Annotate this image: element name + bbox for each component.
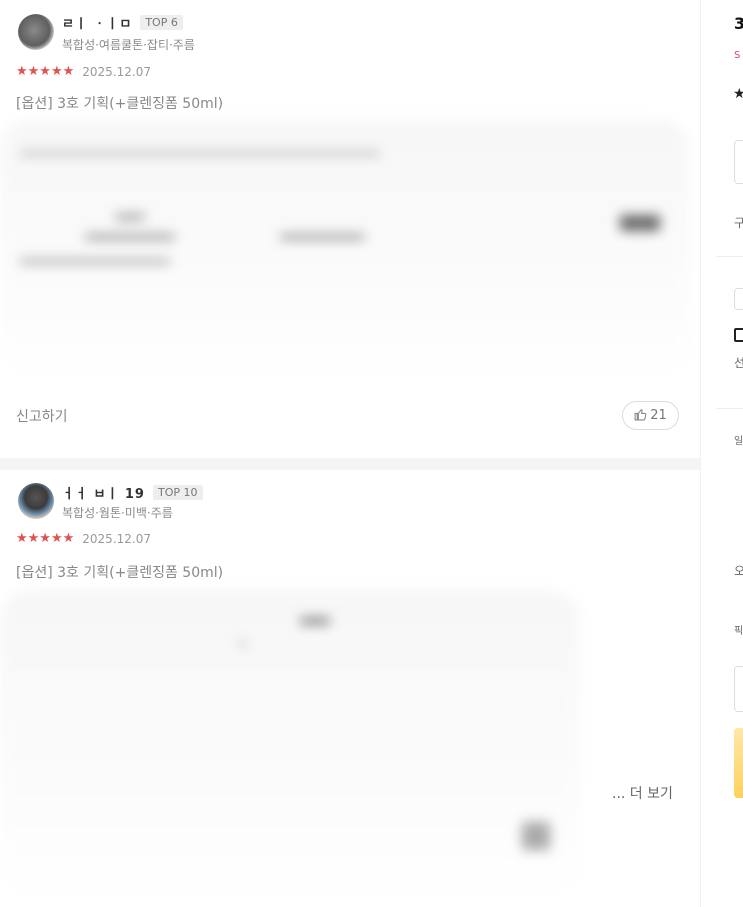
divider [716, 408, 743, 409]
review-divider [0, 458, 700, 470]
buy-button[interactable] [734, 728, 743, 798]
review-content-blurred [0, 590, 580, 900]
user-line: ㅓㅓ ㅂㅣ 19 TOP 10 [62, 483, 203, 502]
rank-badge: TOP 10 [152, 485, 203, 500]
label-fragment: 선 [734, 354, 743, 371]
review-list: ㄹㅣ ㆍㅣㅁ TOP 6 복합성·여름쿨톤·잡티·주름 ★★★★★ 2025.1… [0, 0, 700, 907]
label-fragment: 오 [734, 562, 743, 579]
user-line: ㄹㅣ ㆍㅣㅁ TOP 6 [62, 13, 183, 32]
review-date: 2025.12.07 [82, 531, 151, 546]
review-item: ㅓㅓ ㅂㅣ 19 TOP 10 복합성·웜톤·미백·주름 ★★★★★ 2025.… [0, 470, 700, 907]
more-link[interactable]: ... 더 보기 [612, 783, 673, 803]
label-fragment: 픽 [734, 626, 743, 637]
label-fragment: 일 [734, 436, 743, 447]
skin-tags: 복합성·여름쿨톤·잡티·주름 [62, 38, 195, 52]
rank-badge: TOP 6 [140, 15, 183, 30]
avatar[interactable] [18, 14, 54, 50]
sale-badge: S [734, 50, 741, 61]
quantity-field[interactable] [734, 666, 743, 712]
option-text: [옵션] 3호 기획(+클렌징폼 50ml) [16, 565, 224, 581]
star-rating: ★★★★★ [16, 64, 75, 79]
review-item: ㄹㅣ ㆍㅣㅁ TOP 6 복합성·여름쿨톤·잡티·주름 ★★★★★ 2025.1… [0, 0, 700, 458]
skin-tags: 복합성·웜톤·미백·주름 [62, 506, 173, 520]
shopping-bag-icon[interactable] [734, 328, 743, 342]
report-link[interactable]: 신고하기 [16, 406, 68, 426]
nickname[interactable]: ㅓㅓ ㅂㅣ 19 [62, 483, 145, 502]
avatar[interactable] [18, 483, 54, 519]
option-text: [옵션] 3호 기획(+클렌징폼 50ml) [16, 96, 224, 112]
label-fragment: 구 [734, 214, 743, 231]
product-side-panel: 3 S ★ 구 선 일 오 픽 [700, 0, 743, 907]
thumbs-up-icon [634, 408, 647, 424]
review-date: 2025.12.07 [82, 64, 151, 79]
like-button[interactable]: 21 [622, 401, 679, 430]
review-content-blurred [0, 120, 690, 380]
like-count: 21 [650, 408, 667, 423]
divider [716, 256, 743, 257]
star-rating: ★★★★★ [16, 531, 75, 546]
option-select[interactable] [734, 140, 743, 184]
nickname[interactable]: ㄹㅣ ㆍㅣㅁ [62, 13, 132, 32]
product-title: 3 [734, 14, 743, 33]
rating-line: ★★★★★ 2025.12.07 [16, 531, 151, 546]
star-icon: ★ [733, 86, 743, 102]
rating-line: ★★★★★ 2025.12.07 [16, 64, 151, 79]
checkbox[interactable] [734, 288, 743, 310]
